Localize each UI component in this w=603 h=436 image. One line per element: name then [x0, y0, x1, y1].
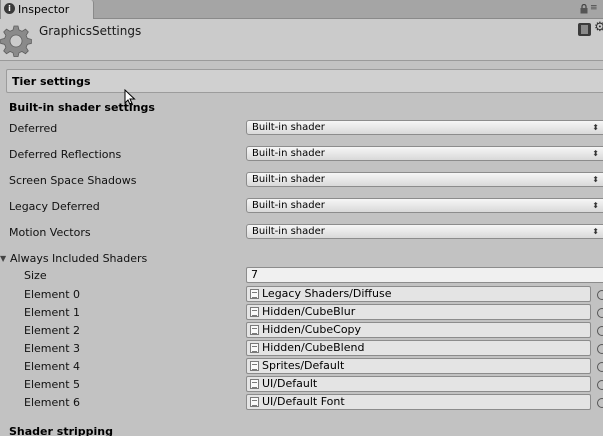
shader-field-2[interactable]: Hidden/CubeCopy	[246, 322, 591, 338]
tab-label: Inspector	[18, 3, 70, 16]
dropdown-deferred[interactable]: Built-in shader ⬍	[246, 120, 603, 135]
shader-field-6[interactable]: UI/Default Font	[246, 394, 591, 410]
always-included-shaders-foldout[interactable]: Always Included Shaders	[10, 252, 147, 265]
shader-icon	[250, 289, 259, 299]
object-picker-icon[interactable]	[597, 344, 603, 354]
prop-label-deferred-reflections: Deferred Reflections	[9, 148, 122, 161]
shader-icon	[250, 361, 259, 371]
element-label-3: Element 3	[24, 342, 81, 355]
prop-label-deferred: Deferred	[9, 122, 58, 135]
prop-label-screen-space-shadows: Screen Space Shadows	[9, 174, 137, 187]
object-title: GraphicsSettings	[39, 24, 142, 38]
object-picker-icon[interactable]	[597, 290, 603, 300]
dropdown-arrow-icon: ⬍	[592, 201, 599, 210]
shader-name: UI/Default	[262, 377, 318, 390]
prop-label-legacy-deferred: Legacy Deferred	[9, 200, 100, 213]
shader-name: Hidden/CubeBlur	[262, 305, 356, 318]
size-label: Size	[24, 269, 47, 282]
dropdown-arrow-icon: ⬍	[592, 123, 599, 132]
shader-icon	[250, 379, 259, 389]
size-input[interactable]: 7	[246, 267, 603, 283]
foldout-expanded-icon[interactable]: ▼	[0, 254, 6, 263]
shader-name: Legacy Shaders/Diffuse	[262, 287, 392, 300]
panel-menu-icon[interactable]: ≡	[590, 3, 598, 13]
builtin-section-title: Built-in shader settings	[9, 101, 155, 114]
shader-icon	[250, 397, 259, 407]
dropdown-arrow-icon: ⬍	[592, 175, 599, 184]
shader-name: Sprites/Default	[262, 359, 345, 372]
tab-strip: i Inspector ≡	[0, 0, 603, 19]
element-label-5: Element 5	[24, 378, 81, 391]
shader-icon	[250, 343, 259, 353]
shader-field-4[interactable]: Sprites/Default	[246, 358, 591, 374]
help-book-icon[interactable]	[578, 23, 591, 36]
shader-field-1[interactable]: Hidden/CubeBlur	[246, 304, 591, 320]
gear-icon	[0, 25, 32, 57]
element-label-1: Element 1	[24, 306, 81, 319]
object-picker-icon[interactable]	[597, 398, 603, 408]
dropdown-deferred-reflections[interactable]: Built-in shader ⬍	[246, 146, 603, 161]
element-label-4: Element 4	[24, 360, 81, 373]
inspector-window: i Inspector ≡ GraphicsSettings ⚙ Tier se…	[0, 0, 603, 436]
dropdown-value: Built-in shader	[252, 226, 325, 237]
shader-name: Hidden/CubeBlend	[262, 341, 365, 354]
shader-field-0[interactable]: Legacy Shaders/Diffuse	[246, 286, 591, 302]
object-picker-icon[interactable]	[597, 326, 603, 336]
shader-name: UI/Default Font	[262, 395, 345, 408]
prop-label-motion-vectors: Motion Vectors	[9, 226, 91, 239]
dropdown-value: Built-in shader	[252, 200, 325, 211]
shader-name: Hidden/CubeCopy	[262, 323, 362, 336]
object-picker-icon[interactable]	[597, 380, 603, 390]
tab-inspector[interactable]: i Inspector	[0, 0, 94, 19]
object-picker-icon[interactable]	[597, 362, 603, 372]
settings-gear-icon[interactable]: ⚙	[594, 20, 603, 35]
element-label-6: Element 6	[24, 396, 81, 409]
dropdown-motion-vectors[interactable]: Built-in shader ⬍	[246, 224, 603, 239]
inspector-header: GraphicsSettings ⚙	[0, 19, 603, 61]
shader-icon	[250, 325, 259, 335]
dropdown-arrow-icon: ⬍	[592, 227, 599, 236]
element-label-0: Element 0	[24, 288, 81, 301]
lock-icon[interactable]	[580, 4, 588, 14]
shader-field-3[interactable]: Hidden/CubeBlend	[246, 340, 591, 356]
object-picker-icon[interactable]	[597, 308, 603, 318]
dropdown-arrow-icon: ⬍	[592, 149, 599, 158]
element-label-2: Element 2	[24, 324, 81, 337]
tier-settings-label: Tier settings	[12, 75, 91, 88]
shader-icon	[250, 307, 259, 317]
tier-settings-button[interactable]: Tier settings	[6, 69, 603, 93]
dropdown-value: Built-in shader	[252, 148, 325, 159]
dropdown-screen-space-shadows[interactable]: Built-in shader ⬍	[246, 172, 603, 187]
shader-stripping-title: Shader stripping	[9, 425, 113, 436]
dropdown-value: Built-in shader	[252, 174, 325, 185]
dropdown-value: Built-in shader	[252, 122, 325, 133]
dropdown-legacy-deferred[interactable]: Built-in shader ⬍	[246, 198, 603, 213]
info-icon: i	[4, 3, 15, 14]
shader-field-5[interactable]: UI/Default	[246, 376, 591, 392]
